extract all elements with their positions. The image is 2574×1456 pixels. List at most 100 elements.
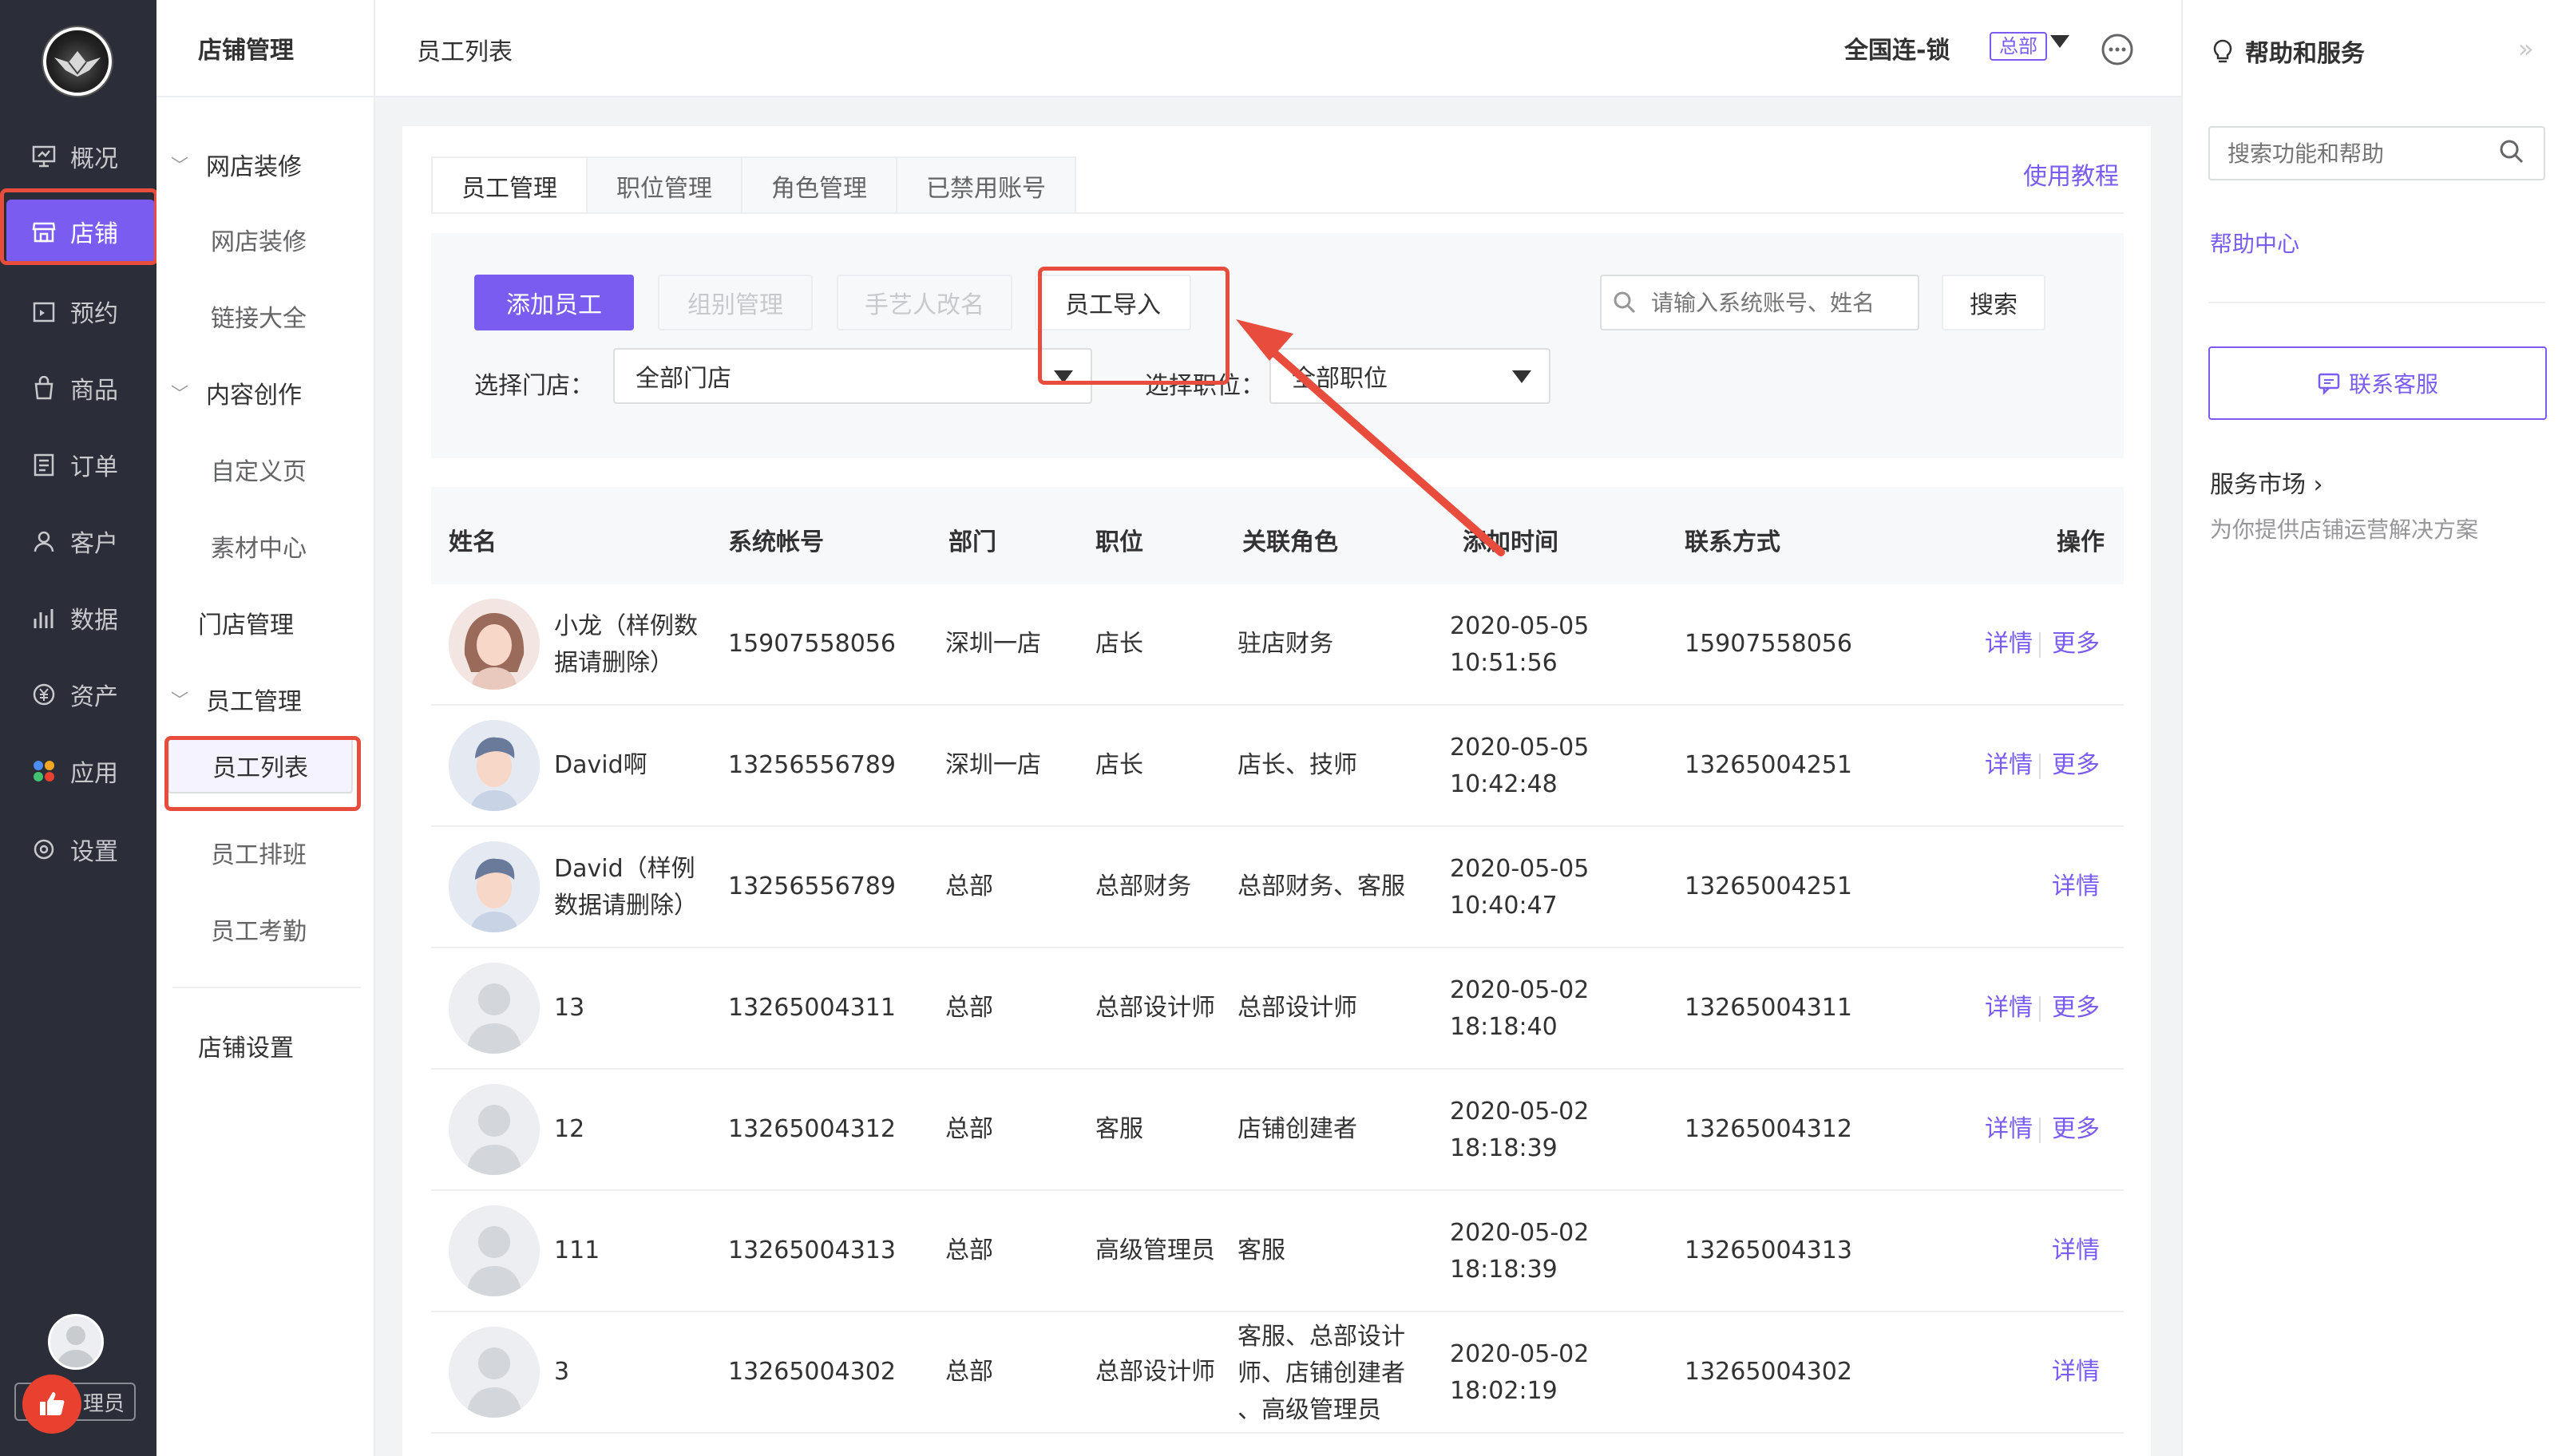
service-market-link[interactable]: 服务市场 › (2210, 465, 2323, 500)
detail-link[interactable]: 详情 (1985, 990, 2033, 1027)
shop-logo[interactable] (43, 27, 112, 96)
added-date: 2020-05-02 (1450, 1340, 1590, 1368)
user-avatar[interactable] (48, 1314, 104, 1370)
nav-item-settings[interactable]: 设置 (0, 811, 156, 888)
nav-label: 商品 (70, 377, 118, 405)
tab-position-management[interactable]: 职位管理 (586, 156, 742, 214)
detail-link[interactable]: 详情 (1985, 1111, 2033, 1148)
rename-artisan-button[interactable]: 手艺人改名 (837, 275, 1012, 330)
store-select[interactable]: 全部门店 (613, 348, 1092, 404)
tab-staff-management[interactable]: 员工管理 (431, 156, 588, 214)
search-icon (1611, 289, 1638, 316)
chevron-down-icon: ﹀ (171, 691, 189, 711)
nav-item-data[interactable]: 数据 (0, 580, 156, 656)
staff-phone: 13265004251 (1685, 872, 1852, 900)
store-filter-label: 选择门店： (474, 372, 594, 400)
nav-label: 预约 (70, 300, 118, 328)
more-link[interactable]: 更多 (2052, 747, 2100, 784)
highlight-staff-list (164, 736, 361, 811)
added-date: 2020-05-05 (1450, 855, 1590, 883)
subnav-item-stores[interactable]: 门店管理 (156, 584, 374, 661)
table-row: 3 13265004302 总部 总部设计师 客服、总部设计 师、店铺创建者 、高级管理员 2… (431, 1312, 2124, 1434)
subnav-item-materials[interactable]: 素材中心 (156, 508, 374, 584)
action-divider (2039, 632, 2041, 658)
staff-role-line: 总部财务、客服 (1238, 872, 1405, 900)
staff-phone: 13265004311 (1685, 994, 1852, 1022)
top-bar: 员工列表 全国连-锁 总部 (375, 0, 2181, 97)
staff-phone: 15907558056 (1685, 630, 1852, 658)
staff-name-line: 小龙（样例数 (554, 612, 698, 640)
message-icon[interactable] (2100, 32, 2135, 67)
settings-icon (30, 836, 57, 863)
staff-dept: 总部 (945, 994, 993, 1022)
staff-search-input[interactable] (1600, 275, 1919, 330)
highlight-import-button (1038, 267, 1230, 385)
subnav-group-decoration[interactable]: ﹀ 网店装修 (156, 126, 374, 203)
staff-role-line: 店长、技师 (1238, 751, 1357, 779)
nav-item-goods[interactable]: 商品 (0, 350, 156, 426)
contact-service-button[interactable]: 联系客服 (2208, 346, 2547, 420)
shop-switcher[interactable]: 全国连-锁 (1844, 30, 1950, 65)
staff-phone: 13265004302 (1685, 1358, 1852, 1386)
main-nav: 概况 店铺 预约 商品 订单 客户 数据 资产 应用 设置 理员 (0, 0, 158, 1456)
detail-link[interactable]: 详情 (2052, 868, 2100, 905)
staff-avatar (449, 1084, 540, 1175)
staff-avatar (449, 1327, 540, 1418)
nav-item-booking[interactable]: 预约 (0, 273, 156, 350)
nav-item-apps[interactable]: 应用 (0, 733, 156, 809)
help-center-link[interactable]: 帮助中心 (2210, 227, 2299, 259)
caret-down-icon[interactable] (2050, 35, 2069, 48)
staff-account: 13265004312 (728, 1115, 896, 1143)
more-link[interactable]: 更多 (2052, 990, 2100, 1027)
staff-phone: 13265004251 (1685, 751, 1852, 779)
subnav-item-links[interactable]: 链接大全 (156, 278, 374, 354)
thumbs-up-icon[interactable] (22, 1375, 81, 1434)
position-select[interactable]: 全部职位 (1269, 348, 1550, 404)
staff-added-time: 2020-05-05 10:42:48 (1450, 730, 1589, 803)
subnav-item-decoration[interactable]: 网店装修 (156, 201, 374, 278)
subnav-group-staff[interactable]: ﹀ 员工管理 (156, 661, 374, 738)
detail-link[interactable]: 详情 (1985, 626, 2033, 663)
nav-label: 设置 (70, 838, 118, 866)
staff-account: 13265004311 (728, 994, 896, 1022)
subnav-item-attendance[interactable]: 员工考勤 (156, 891, 374, 967)
more-link[interactable]: 更多 (2052, 626, 2100, 663)
subnav-item-schedule[interactable]: 员工排班 (156, 814, 374, 891)
added-time: 10:42:48 (1450, 770, 1558, 798)
staff-role-line: 客服 (1238, 1236, 1285, 1264)
tab-disabled-accounts[interactable]: 已禁用账号 (896, 156, 1076, 214)
staff-added-time: 2020-05-02 18:18:39 (1450, 1215, 1589, 1288)
search-icon[interactable] (2497, 137, 2526, 166)
nav-item-orders[interactable]: 订单 (0, 426, 156, 503)
detail-link[interactable]: 详情 (2052, 1354, 2100, 1391)
added-time: 18:18:39 (1450, 1256, 1558, 1284)
staff-table: 姓名 系统帐号 部门 职位 关联角色 添加时间 联系方式 操作 小龙（样例数 据请… (431, 487, 2124, 1434)
nav-item-assets[interactable]: 资产 (0, 656, 156, 733)
nav-item-overview[interactable]: 概况 (0, 118, 156, 195)
detail-link[interactable]: 详情 (1985, 747, 2033, 784)
added-date: 2020-05-05 (1450, 734, 1590, 762)
search-button[interactable]: 搜索 (1942, 275, 2045, 330)
subnav-item-shop-settings[interactable]: 店铺设置 (156, 1007, 374, 1084)
group-management-button[interactable]: 组别管理 (658, 275, 813, 330)
staff-name-line: David啊 (554, 751, 647, 779)
subnav-item-custom-page[interactable]: 自定义页 (156, 431, 374, 508)
nav-item-customers[interactable]: 客户 (0, 503, 156, 580)
tutorial-link[interactable]: 使用教程 (2023, 156, 2119, 192)
collapse-icon[interactable]: » (2518, 34, 2534, 64)
staff-added-time: 2020-05-05 10:40:47 (1450, 851, 1589, 924)
detail-link[interactable]: 详情 (2052, 1232, 2100, 1269)
subnav-group-content[interactable]: ﹀ 内容创作 (156, 354, 374, 431)
help-search-input[interactable] (2208, 126, 2545, 180)
staff-added-time: 2020-05-02 18:18:40 (1450, 972, 1589, 1046)
col-name: 姓名 (449, 528, 497, 556)
added-date: 2020-05-05 (1450, 612, 1590, 640)
staff-name: David（样例 数据请删除） (554, 851, 698, 924)
staff-account: 13256556789 (728, 751, 896, 779)
main-content: 员工管理 职位管理 角色管理 已禁用账号 使用教程 添加员工 组别管理 手艺人改… (402, 126, 2151, 1456)
staff-position: 总部设计师 (1095, 1358, 1215, 1386)
staff-phone: 13265004313 (1685, 1236, 1852, 1264)
tab-role-management[interactable]: 角色管理 (741, 156, 897, 214)
more-link[interactable]: 更多 (2052, 1111, 2100, 1148)
add-staff-button[interactable]: 添加员工 (474, 275, 634, 330)
